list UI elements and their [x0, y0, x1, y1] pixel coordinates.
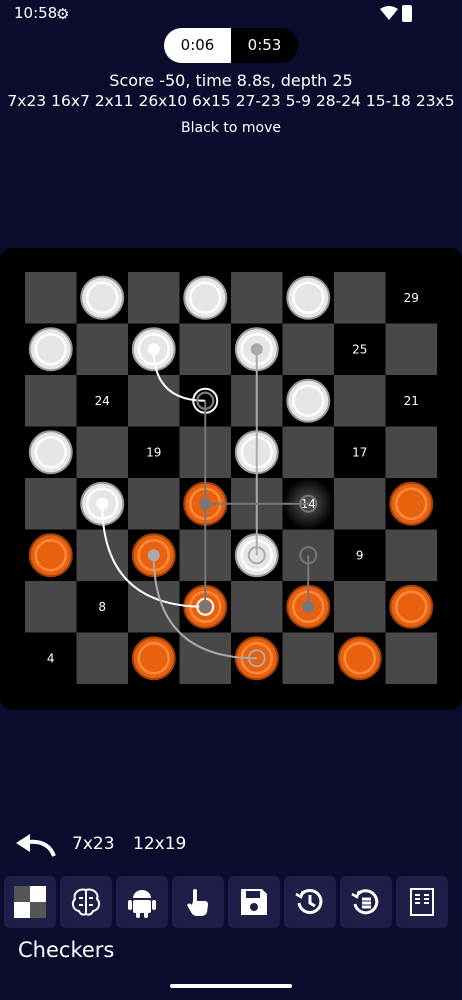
board-square[interactable]: [282, 323, 335, 376]
black-piece[interactable]: [131, 636, 176, 681]
arrow-start: [199, 600, 212, 613]
save-button[interactable]: [228, 876, 280, 928]
status-time: 10:58: [14, 4, 58, 22]
black-piece[interactable]: [389, 584, 434, 629]
engine-score: Score -50, time 8.8s, depth 25: [109, 71, 353, 90]
board-square[interactable]: [334, 272, 386, 324]
black-piece[interactable]: [28, 533, 73, 578]
board-square[interactable]: [76, 426, 129, 479]
navigation-handle[interactable]: [170, 984, 292, 988]
touch-move-button[interactable]: [172, 876, 224, 928]
white-piece[interactable]: [28, 430, 73, 475]
move-2[interactable]: 12x19: [133, 834, 186, 854]
board-square[interactable]: [385, 529, 438, 582]
white-piece[interactable]: [286, 275, 331, 320]
arrow-start: [250, 343, 263, 356]
white-piece[interactable]: [183, 275, 228, 320]
board-square[interactable]: [25, 478, 77, 530]
status-bar: 10:58 ⚙: [0, 0, 462, 28]
board-icon: [14, 886, 46, 918]
board-square[interactable]: [334, 581, 386, 633]
board-button[interactable]: [4, 876, 56, 928]
white-piece[interactable]: [80, 275, 125, 320]
black-piece[interactable]: [337, 636, 382, 681]
engine-button[interactable]: [60, 876, 112, 928]
square-number: 21: [404, 394, 419, 408]
history-icon: [295, 888, 323, 914]
white-clock: 0:06: [164, 28, 231, 63]
square-number: 29: [404, 291, 419, 305]
board-square[interactable]: [231, 272, 283, 324]
board-square[interactable]: [334, 375, 386, 427]
brain-icon: [71, 888, 101, 916]
gear-icon: ⚙: [56, 5, 70, 23]
arrow-start: [147, 549, 160, 562]
arrow-start: [302, 600, 315, 613]
board-square[interactable]: [76, 323, 129, 376]
battery-icon: [402, 5, 412, 22]
board-square[interactable]: [385, 323, 438, 376]
move-history: 7x23 12x19: [0, 828, 462, 862]
board-square[interactable]: [385, 426, 438, 479]
hand-icon: [187, 889, 208, 916]
move-1[interactable]: 7x23: [72, 834, 115, 854]
board-square[interactable]: [128, 478, 180, 530]
board-square[interactable]: [128, 375, 180, 427]
black-piece[interactable]: [389, 481, 434, 526]
board-square[interactable]: [385, 632, 438, 685]
computer-player-button[interactable]: [116, 876, 168, 928]
square-number: 25: [352, 342, 367, 356]
board-square[interactable]: [25, 375, 77, 427]
undo-icon[interactable]: [14, 832, 58, 858]
arrow-start: [199, 497, 212, 510]
square-number: 9: [356, 548, 364, 562]
wifi-icon: [380, 6, 398, 20]
checkers-board[interactable]: 292524 2119 1714984: [25, 272, 437, 684]
book-icon: [410, 888, 434, 916]
side-to-move: Black to move: [181, 120, 281, 136]
black-clock: 0:53: [231, 28, 298, 63]
board-square[interactable]: [179, 323, 232, 376]
book-button[interactable]: [396, 876, 448, 928]
board-square[interactable]: [25, 581, 77, 633]
square-number: 4: [47, 651, 55, 665]
board-square[interactable]: [128, 272, 180, 324]
history-button[interactable]: [284, 876, 336, 928]
game-clocks: 0:06 0:53: [164, 28, 298, 63]
toolbar: [4, 876, 448, 928]
arrow-start: [96, 497, 109, 510]
board-square[interactable]: [231, 581, 283, 633]
white-piece[interactable]: [28, 327, 73, 372]
app-title: Checkers: [18, 938, 115, 962]
restore-button[interactable]: [340, 876, 392, 928]
white-piece[interactable]: [286, 378, 331, 423]
square-number: 8: [98, 600, 106, 614]
board-square[interactable]: [334, 478, 386, 530]
restore-icon: [351, 889, 379, 915]
square-number: 24: [95, 394, 110, 408]
board-square[interactable]: [282, 426, 335, 479]
principal-variation: 7x23 16x7 2x11 26x10 6x15 27-23 5-9 28-2…: [7, 92, 455, 110]
android-icon: [128, 890, 156, 918]
arrow-start: [147, 343, 160, 356]
board-square[interactable]: [282, 632, 335, 685]
board-square[interactable]: [25, 272, 77, 324]
square-number: 17: [352, 445, 367, 459]
save-icon: [241, 889, 267, 915]
board-square[interactable]: [76, 632, 129, 685]
square-number: 19: [146, 445, 161, 459]
